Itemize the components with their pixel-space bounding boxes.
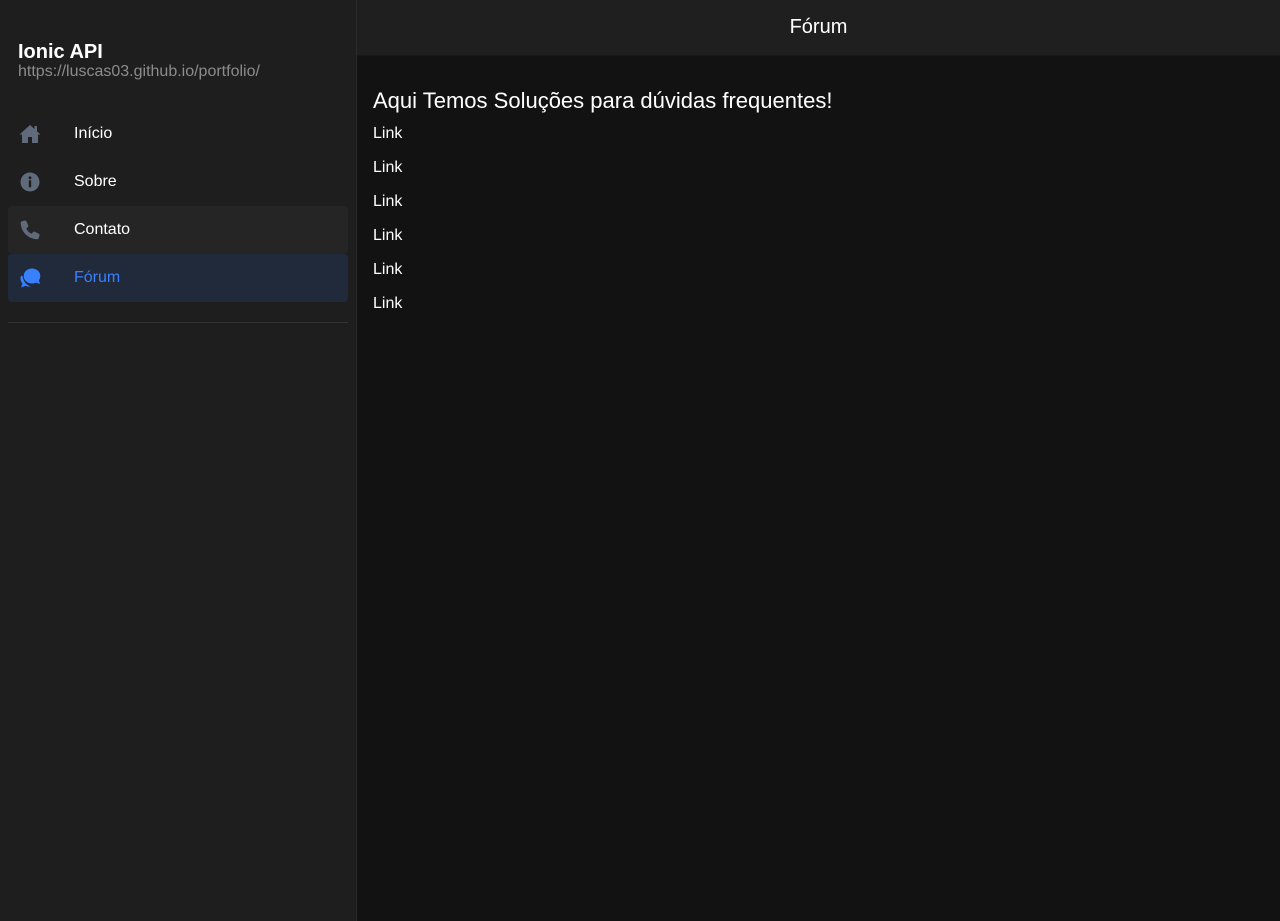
sidebar: Ionic API https://luscas03.github.io/por…	[0, 0, 357, 921]
sidebar-item-label: Sobre	[74, 173, 117, 190]
faq-link[interactable]: Link	[373, 124, 1264, 158]
header-toolbar: Fórum	[357, 0, 1280, 56]
chatbubbles-icon	[18, 266, 42, 290]
app-title: Ionic API	[18, 41, 103, 63]
home-icon	[18, 122, 42, 146]
faq-link[interactable]: Link	[373, 226, 1264, 260]
sidebar-menu: Início Sobre Contato Fórum	[0, 110, 356, 302]
sidebar-item-forum[interactable]: Fórum	[8, 254, 348, 302]
sidebar-item-label: Contato	[74, 221, 131, 238]
sidebar-item-sobre[interactable]: Sobre	[8, 158, 348, 206]
sidebar-item-label: Início	[74, 125, 113, 142]
faq-link[interactable]: Link	[373, 294, 1264, 328]
content-area: Aqui Temos Soluções para dúvidas frequen…	[357, 56, 1280, 921]
sidebar-item-label: Fórum	[74, 269, 121, 286]
faq-link[interactable]: Link	[373, 260, 1264, 294]
faq-link[interactable]: Link	[373, 192, 1264, 226]
sidebar-divider	[8, 322, 348, 323]
sidebar-item-contato[interactable]: Contato	[8, 206, 348, 254]
info-icon	[18, 170, 42, 194]
content-heading: Aqui Temos Soluções para dúvidas frequen…	[373, 88, 833, 113]
sidebar-item-inicio[interactable]: Início	[8, 110, 348, 158]
main-content: Fórum Aqui Temos Soluções para dúvidas f…	[357, 0, 1280, 921]
phone-icon	[18, 218, 42, 242]
page-title: Fórum	[789, 16, 848, 38]
faq-link[interactable]: Link	[373, 158, 1264, 192]
app-root: Ionic API https://luscas03.github.io/por…	[0, 0, 1280, 921]
sidebar-header: Ionic API https://luscas03.github.io/por…	[0, 0, 356, 82]
app-subtitle: https://luscas03.github.io/portfolio/	[18, 63, 260, 80]
